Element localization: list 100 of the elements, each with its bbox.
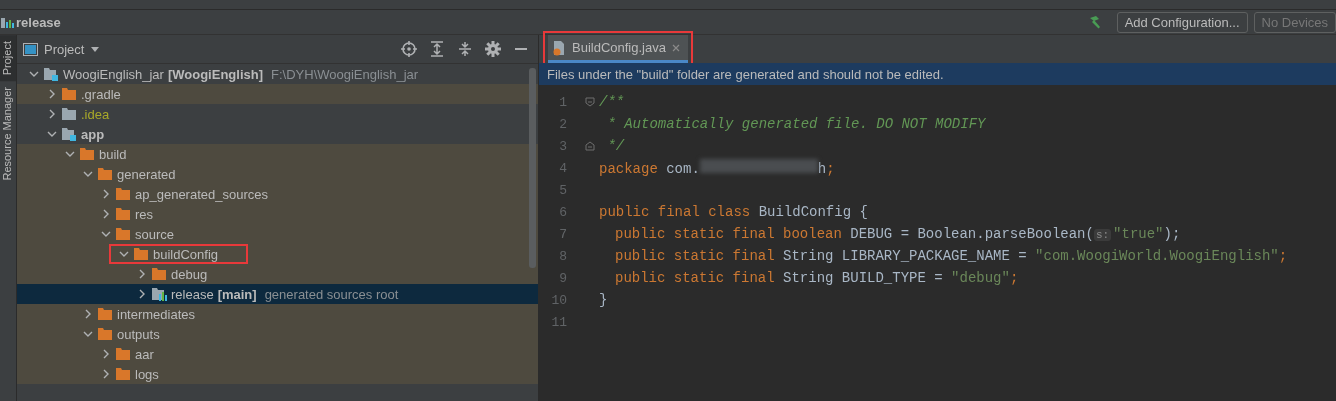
view-selector[interactable]: Project xyxy=(23,41,101,57)
line-number: 9 xyxy=(558,270,568,286)
tree-item[interactable]: WoogiEnglish_jar [WoogiEnglish] F:\DYH\WoogiEnglish_jar xyxy=(17,64,538,84)
tree-item[interactable]: buildConfig xyxy=(17,244,538,264)
chevron-right-icon[interactable] xyxy=(83,309,93,319)
code-line: * Automatically generated file. DO NOT MODIFY xyxy=(606,116,986,132)
chevron-right-icon[interactable] xyxy=(101,209,111,219)
line-number: 7 xyxy=(558,226,568,242)
scrollbar[interactable] xyxy=(529,68,536,268)
chevron-right-icon[interactable] xyxy=(137,289,147,299)
tree-item[interactable]: app xyxy=(17,124,538,144)
folder-icon xyxy=(79,146,95,162)
item-name: build xyxy=(99,146,127,162)
item-name: outputs xyxy=(117,326,160,342)
folder-icon xyxy=(97,166,113,182)
java-file-icon xyxy=(552,39,566,56)
item-name: WoogiEnglish_jar xyxy=(63,66,164,82)
tool-window-tab[interactable]: Project xyxy=(0,35,16,82)
folder-icon xyxy=(61,86,77,102)
chevron-right-icon[interactable] xyxy=(47,109,57,119)
tree-item[interactable]: generated xyxy=(17,164,538,184)
settings-icon[interactable] xyxy=(482,41,504,57)
tool-window-tab[interactable]: Resource Manager xyxy=(0,81,16,187)
code-line: public static final boolean DEBUG = Boolean.parseBoolean(s: "true"); xyxy=(615,226,1181,242)
item-name: source xyxy=(135,226,175,242)
locate-icon[interactable] xyxy=(398,41,420,57)
item-name: .idea xyxy=(81,106,110,122)
line-number: 6 xyxy=(558,204,568,220)
tree-item[interactable]: .gradle xyxy=(17,84,538,104)
tree-item[interactable]: .idea xyxy=(17,104,538,124)
folder-icon xyxy=(133,246,149,262)
item-name: .gradle xyxy=(81,86,121,102)
tree-item[interactable]: build xyxy=(17,144,538,164)
tree-item[interactable]: logs xyxy=(17,364,538,384)
item-name: intermediates xyxy=(117,306,196,322)
folder-icon xyxy=(97,306,113,322)
folder-icon xyxy=(115,186,131,202)
chevron-right-icon[interactable] xyxy=(101,349,111,359)
tree-item[interactable]: source xyxy=(17,224,538,244)
line-number: 1 xyxy=(558,94,568,110)
folder-icon xyxy=(115,346,131,362)
tree-item[interactable]: aar xyxy=(17,344,538,364)
code-line: package com. h; xyxy=(599,159,835,177)
code-line: /** xyxy=(599,94,625,110)
folder-icon xyxy=(151,266,167,282)
module-folder-icon xyxy=(43,66,59,82)
tree-item[interactable]: debug xyxy=(17,264,538,284)
chevron-down-icon[interactable] xyxy=(101,229,111,239)
source-folder-icon xyxy=(151,286,167,302)
item-name: release xyxy=(171,286,214,302)
window-icon xyxy=(23,41,38,57)
line-number: 4 xyxy=(558,160,568,176)
chevron-down-icon[interactable] xyxy=(29,69,39,79)
line-number: 11 xyxy=(550,314,568,330)
chevron-down-icon[interactable] xyxy=(65,149,75,159)
code-line: public static final String LIBRARY_PACKAGE_NAME = "com.WoogiWorld.WoogiEnglish"; xyxy=(615,248,1288,264)
item-name: res xyxy=(135,206,154,222)
tree-item[interactable]: intermediates xyxy=(17,304,538,324)
item-name: logs xyxy=(135,366,159,382)
chevron-down-icon[interactable] xyxy=(83,329,93,339)
folder-icon xyxy=(97,326,113,342)
breadcrumb-title[interactable]: release xyxy=(16,14,61,30)
folder-icon xyxy=(61,106,77,122)
item-name: ap_generated_sources xyxy=(135,186,268,202)
module-folder-icon xyxy=(61,126,77,142)
warning-banner-text: Files under the "build" folder are generated and should not be edited. xyxy=(547,67,944,82)
chevron-right-icon[interactable] xyxy=(47,89,57,99)
close-icon xyxy=(671,43,680,52)
item-name: buildConfig xyxy=(153,246,219,262)
item-name: app xyxy=(81,126,105,142)
code-line: */ xyxy=(606,138,625,154)
module-icon xyxy=(0,15,14,29)
tree-item[interactable]: outputs xyxy=(17,324,538,344)
line-number: 8 xyxy=(558,248,568,264)
line-number: 3 xyxy=(558,138,568,154)
code-line: public final class BuildConfig { xyxy=(599,204,868,220)
chevron-right-icon[interactable] xyxy=(137,269,147,279)
module-label: [main] xyxy=(217,286,257,302)
chevron-down-icon[interactable] xyxy=(47,129,57,139)
line-number: 5 xyxy=(558,182,568,198)
line-number: 2 xyxy=(558,116,568,132)
line-number: 10 xyxy=(550,292,568,308)
chevron-right-icon[interactable] xyxy=(101,369,111,379)
folder-icon xyxy=(115,366,131,382)
editor-tab[interactable]: BuildConfig.java xyxy=(548,35,688,63)
tree-item[interactable]: ap_generated_sources xyxy=(17,184,538,204)
path-hint: generated sources root xyxy=(264,286,399,302)
tree-item[interactable]: res xyxy=(17,204,538,224)
chevron-right-icon[interactable] xyxy=(101,189,111,199)
chevron-down-icon[interactable] xyxy=(83,169,93,179)
folder-icon xyxy=(115,226,131,242)
chevron-down-icon[interactable] xyxy=(119,249,129,259)
code-line: } xyxy=(599,292,608,308)
fold-icon xyxy=(585,141,595,151)
fold-icon xyxy=(585,97,595,107)
toolbar-button[interactable]: Add Configuration... xyxy=(1116,11,1248,33)
module-label: [WoogiEnglish] xyxy=(167,66,263,82)
caret-icon xyxy=(90,45,101,53)
tree-item[interactable]: release [main] generated sources root xyxy=(17,284,538,304)
item-name: debug xyxy=(171,266,208,282)
